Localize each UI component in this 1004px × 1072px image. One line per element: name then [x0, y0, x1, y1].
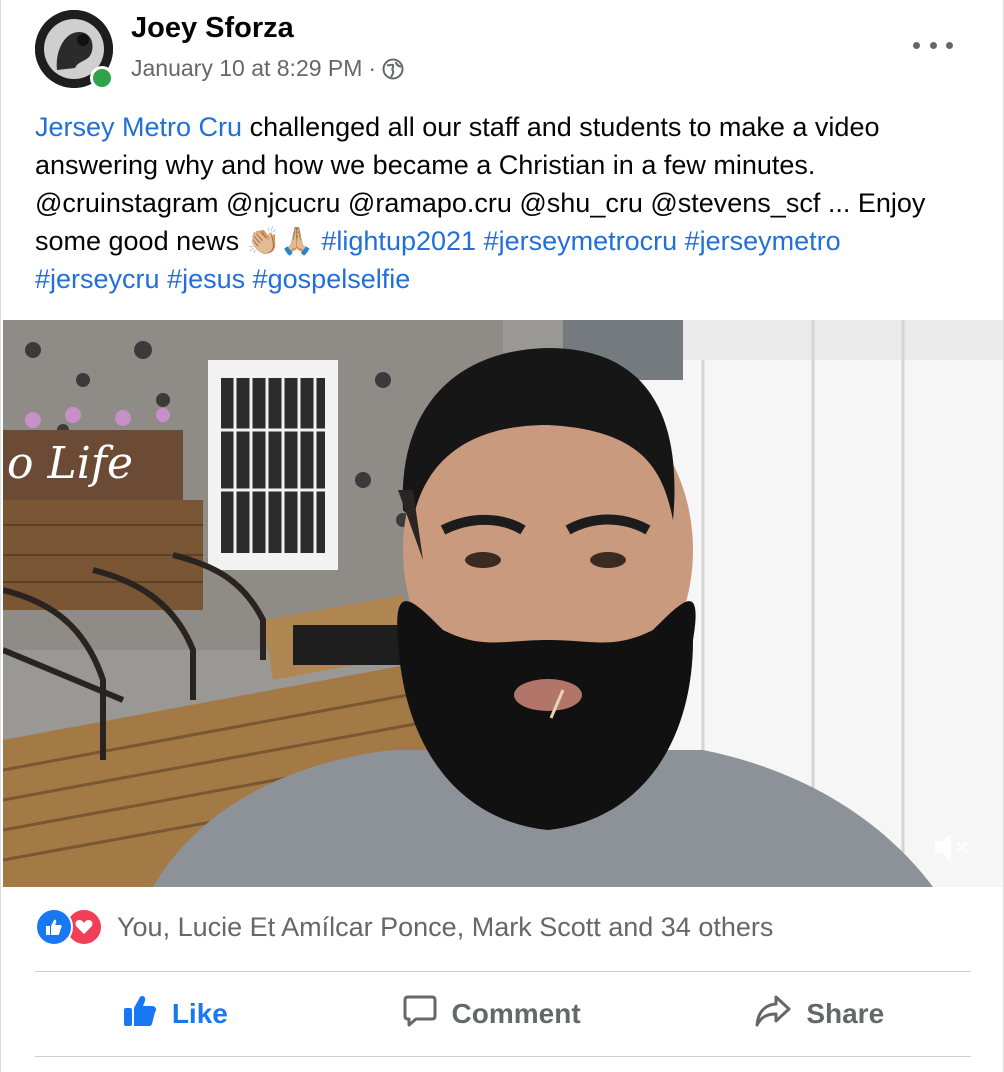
like-reaction-icon — [35, 908, 73, 946]
post-text: Jersey Metro Cru challenged all our staf… — [35, 108, 965, 298]
divider — [35, 1056, 971, 1057]
share-button[interactable]: Share — [754, 993, 884, 1036]
comment-icon — [402, 993, 438, 1036]
video-player[interactable]: o Life — [3, 320, 1003, 887]
divider — [35, 971, 971, 972]
page-link[interactable]: Jersey Metro Cru — [35, 112, 242, 142]
post-card: Joey Sforza January 10 at 8:29 PM · Jers… — [0, 0, 1004, 1072]
online-status-indicator — [90, 66, 114, 90]
volume-muted-icon[interactable] — [929, 825, 973, 869]
emoji: 👏🏼🙏🏼 — [246, 226, 314, 256]
hashtag-link[interactable]: #jesus — [167, 264, 245, 294]
post-timestamp[interactable]: January 10 at 8:29 PM — [131, 55, 362, 82]
author-name[interactable]: Joey Sforza — [131, 12, 294, 45]
like-label: Like — [171, 998, 228, 1029]
post-meta: January 10 at 8:29 PM · — [131, 55, 404, 82]
hashtag-link[interactable]: #jerseymetro — [685, 226, 841, 256]
meta-separator: · — [368, 55, 377, 81]
reactions-summary[interactable]: You, Lucie Et Amílcar Ponce, Mark Scott … — [35, 908, 773, 946]
comment-label: Comment — [451, 998, 581, 1029]
hashtag-link[interactable]: #gospelselfie — [253, 264, 411, 294]
share-label: Share — [806, 998, 885, 1029]
like-button[interactable]: Like — [122, 993, 228, 1036]
sign-text: o Life — [7, 438, 133, 489]
share-icon — [754, 993, 792, 1036]
globe-icon[interactable] — [382, 58, 404, 80]
hashtag-link[interactable]: #lightup2021 — [321, 226, 476, 256]
hashtag-link[interactable]: #jerseycru — [35, 264, 160, 294]
more-options-icon[interactable] — [913, 30, 953, 60]
hashtag-link[interactable]: #jerseymetrocru — [484, 226, 678, 256]
reactions-text[interactable]: You, Lucie Et Amílcar Ponce, Mark Scott … — [117, 912, 773, 943]
thumbs-up-icon — [122, 993, 158, 1036]
comment-button[interactable]: Comment — [402, 993, 581, 1036]
post-actions: Like Comment Share — [35, 982, 971, 1046]
